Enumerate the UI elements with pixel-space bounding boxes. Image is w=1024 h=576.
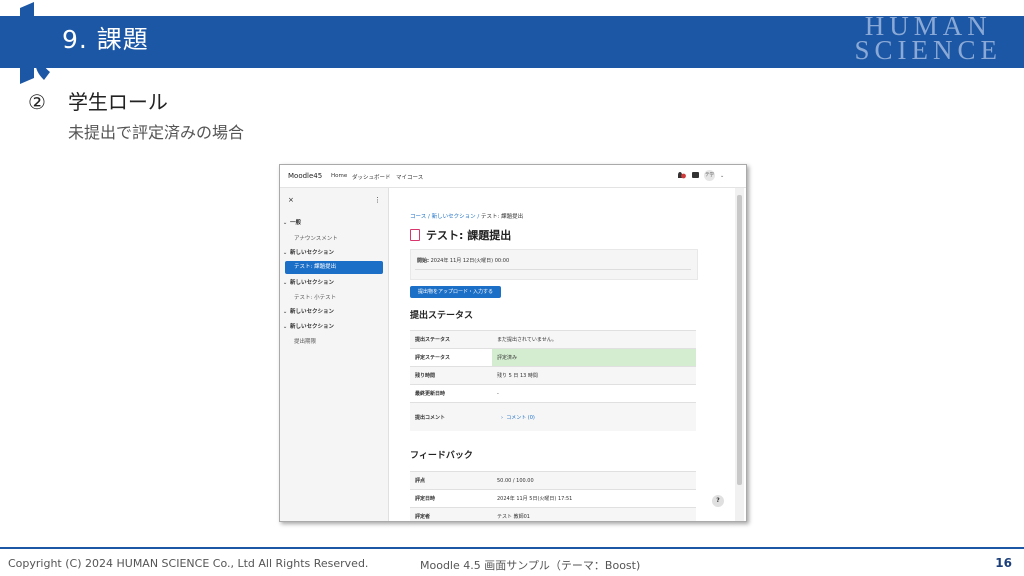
more-menu-icon[interactable]: ⋮ [374, 196, 381, 204]
close-icon[interactable]: × [288, 196, 294, 204]
table-row: 提出コメント › コメント (0) [410, 402, 696, 431]
add-submission-button[interactable]: 提出物をアップロード・入力する [410, 286, 501, 298]
nav-home[interactable]: Home [331, 173, 347, 179]
breadcrumb-link[interactable]: コース [410, 214, 426, 220]
breadcrumb-link[interactable]: 新しいセクション [432, 214, 476, 220]
main-content: コース / 新しいセクション / テスト: 課題提出 テスト: 課題提出 開始:… [388, 188, 733, 521]
comments-toggle[interactable]: › コメント (0) [497, 415, 535, 421]
notification-bell-icon[interactable] [676, 171, 686, 180]
course-index-section[interactable]: 新しいセクション [280, 322, 388, 330]
table-row: 最終更新日時 - [410, 384, 696, 403]
course-index-drawer: × ⋮ 一般 アナウンスメント 新しいセクション テスト: 課題提出 新しいセク… [280, 188, 389, 521]
feedback-heading: フィードバック [410, 451, 473, 461]
sub-heading-number: ② [28, 90, 46, 114]
course-index-section[interactable]: 新しいセクション [280, 248, 388, 256]
sub-heading: ② 学生ロール [28, 86, 168, 115]
assignment-icon [410, 229, 420, 241]
table-row: 提出ステータス まだ提出されていません。 [410, 330, 696, 349]
messages-icon[interactable] [692, 172, 699, 178]
opened-label: 開始: [417, 258, 429, 264]
opened-value: 2024年 11月 12日(火曜日) 00:00 [430, 258, 510, 264]
course-index-section[interactable]: 新しいセクション [280, 307, 388, 315]
slide-title: 9. 課題 [62, 25, 149, 54]
user-avatar[interactable]: テ学 [704, 170, 715, 181]
course-index-activity[interactable]: アナウンスメント [280, 234, 388, 242]
nav-dashboard[interactable]: ダッシュボード [352, 173, 391, 181]
page-title: テスト: 課題提出 [410, 227, 511, 243]
course-index-section[interactable]: 新しいセクション [280, 278, 388, 286]
course-index-section[interactable]: 一般 [280, 218, 388, 226]
site-name[interactable]: Moodle45 [288, 172, 322, 180]
table-row: 評定者 テスト 教師01 [410, 507, 696, 521]
table-row: 評点 50.00 / 100.00 [410, 471, 696, 490]
breadcrumb: コース / 新しいセクション / テスト: 課題提出 [410, 214, 524, 220]
footer-copyright: Copyright (C) 2024 HUMAN SCIENCE Co., Lt… [8, 557, 369, 570]
scrollbar-thumb[interactable] [737, 195, 742, 485]
feedback-table: 評点 50.00 / 100.00 評定日時 2024年 11月 5日(火曜日) 1… [410, 471, 696, 521]
course-index-activity[interactable]: 提出期限 [280, 337, 388, 345]
help-icon[interactable]: ? [712, 495, 724, 507]
divider [415, 269, 691, 270]
table-row: 残り時間 残り 5 日 13 時間 [410, 366, 696, 385]
moodle-screenshot: Moodle45 Home ダッシュボード マイコース テ学 ⌄ × ⋮ 一般 … [279, 164, 747, 522]
activity-dates: 開始: 2024年 11月 12日(火曜日) 00:00 [410, 249, 698, 280]
brand-logotype: HUMAN SCIENCE [854, 11, 1002, 65]
table-row: 評定ステータス 評定済み [410, 348, 696, 367]
sub-heading-text: 学生ロール [67, 90, 168, 114]
nav-my-courses[interactable]: マイコース [396, 173, 423, 181]
submission-status-heading: 提出ステータス [410, 311, 474, 321]
footer-rule [0, 547, 1024, 549]
company-logo-icon [20, 2, 54, 84]
breadcrumb-current: テスト: 課題提出 [480, 214, 524, 220]
sub-description: 未提出で評定済みの場合 [68, 123, 245, 142]
page-number: 16 [995, 556, 1012, 570]
submission-status-table: 提出ステータス まだ提出されていません。 評定ステータス 評定済み 残り時間 残り 5… [410, 330, 696, 431]
footer-caption: Moodle 4.5 画面サンプル（テーマ：Boost) [420, 559, 641, 572]
course-index-activity-active[interactable]: テスト: 課題提出 [285, 261, 383, 274]
table-row: 評定日時 2024年 11月 5日(火曜日) 17:51 [410, 489, 696, 508]
course-index-activity[interactable]: テスト: 小テスト [280, 293, 388, 301]
moodle-navbar: Moodle45 Home ダッシュボード マイコース テ学 ⌄ [280, 165, 746, 188]
chevron-down-icon[interactable]: ⌄ [720, 173, 724, 179]
